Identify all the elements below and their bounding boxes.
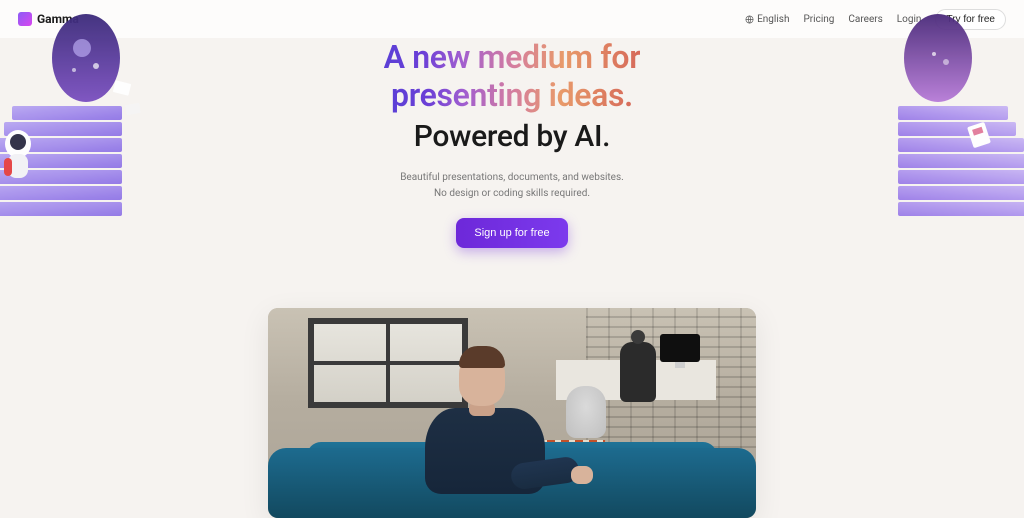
desc-line-1: Beautiful presentations, documents, and … [0,170,1024,186]
hero-section: A new medium for presenting ideas. Power… [0,38,1024,518]
try-for-free-button[interactable]: Try for free [935,9,1006,30]
desc-line-2: No design or coding skills required. [0,186,1024,202]
headline-line-2: presenting ideas. [391,76,633,114]
hero-description: Beautiful presentations, documents, and … [0,170,1024,202]
language-label: English [757,14,789,25]
site-header: Gamma English Pricing Careers Login Try … [0,0,1024,38]
logo-link[interactable]: Gamma [18,12,79,26]
nav-login[interactable]: Login [897,14,922,25]
video-frame-image [268,308,756,518]
hero-subhead: Powered by AI. [0,119,1024,154]
top-nav: English Pricing Careers Login Try for fr… [745,9,1006,30]
brand-name: Gamma [37,12,79,26]
signup-button[interactable]: Sign up for free [456,218,567,248]
language-selector[interactable]: English [745,14,789,25]
nav-careers[interactable]: Careers [848,14,882,25]
logo-mark-icon [18,12,32,26]
hero-video[interactable] [268,308,756,518]
hero-headline: A new medium for presenting ideas. [0,38,1024,115]
nav-pricing[interactable]: Pricing [803,14,834,25]
globe-icon [745,15,754,24]
headline-line-1: A new medium for [384,38,641,76]
